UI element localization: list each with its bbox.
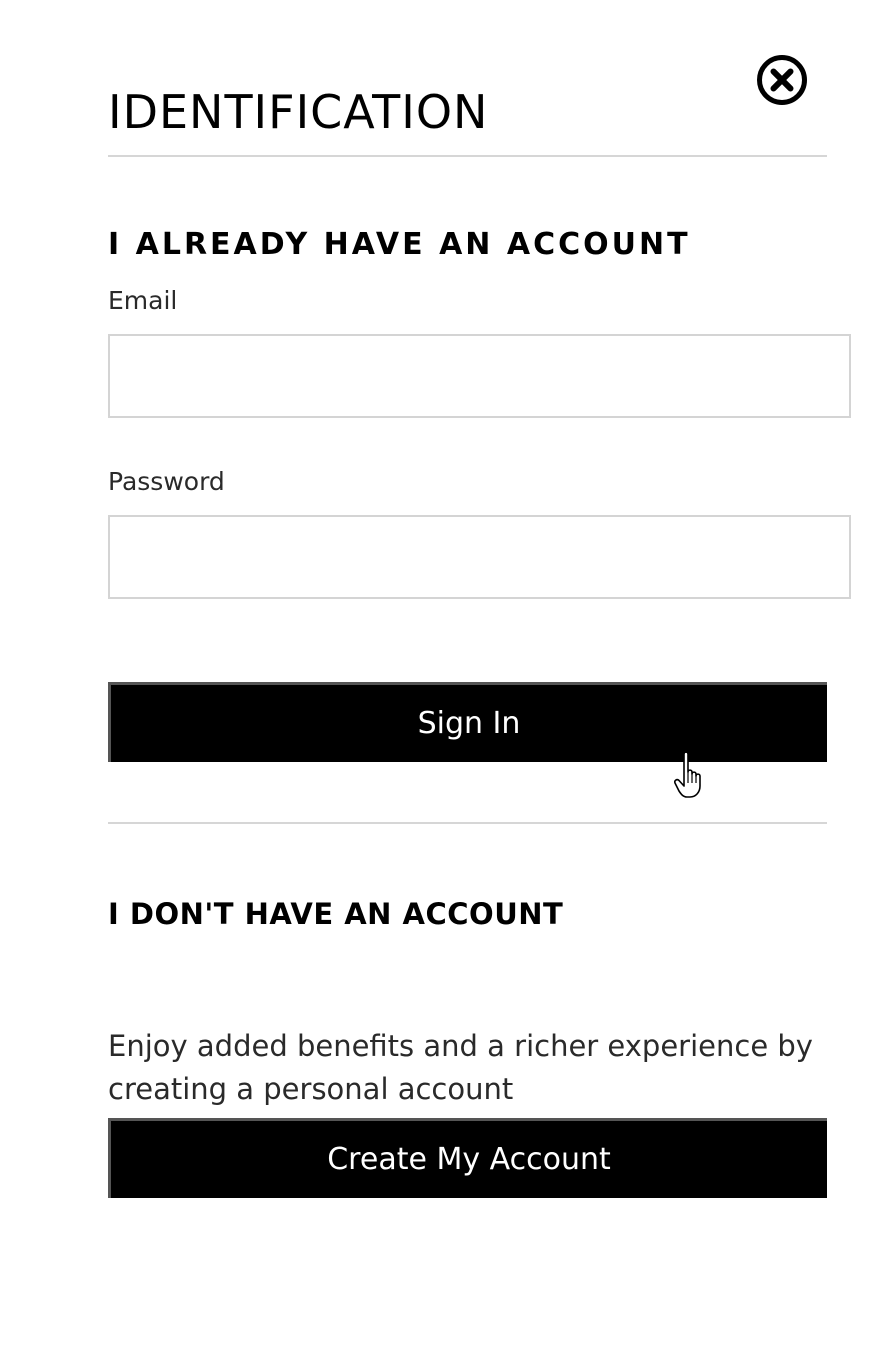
existing-account-heading: I ALREADY HAVE AN ACCOUNT (108, 226, 691, 262)
password-field[interactable] (108, 515, 851, 599)
close-icon (757, 55, 807, 105)
page-title: IDENTIFICATION (108, 84, 489, 139)
header-divider (108, 155, 827, 157)
create-account-button[interactable]: Create My Account (108, 1118, 827, 1198)
new-account-heading: I DON'T HAVE AN ACCOUNT (108, 897, 564, 932)
close-button[interactable] (756, 54, 808, 106)
sign-in-button[interactable]: Sign In (108, 682, 827, 762)
identification-panel: IDENTIFICATION I ALREADY HAVE AN ACCOUNT… (108, 0, 855, 1349)
password-label: Password (108, 467, 225, 496)
email-label: Email (108, 286, 178, 315)
new-account-description: Enjoy added benefits and a richer experi… (108, 1029, 813, 1106)
email-field[interactable] (108, 334, 851, 418)
panel-header: IDENTIFICATION (108, 52, 827, 139)
section-divider (108, 822, 827, 824)
